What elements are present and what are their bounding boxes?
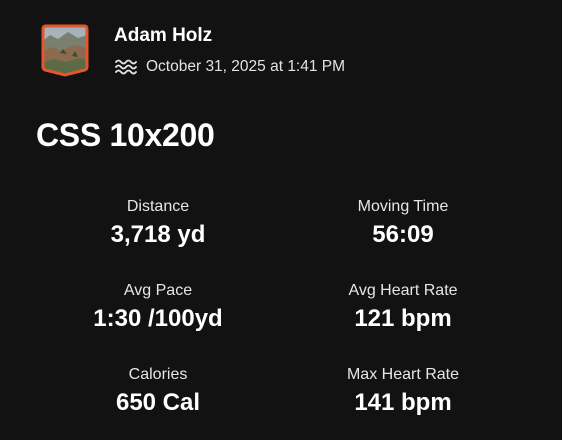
activity-meta: October 31, 2025 at 1:41 PM [114, 56, 345, 78]
swim-icon [115, 59, 137, 75]
stat-label: Max Heart Rate [346, 366, 460, 383]
stat-value: 56:09 [372, 221, 434, 248]
stat-label: Avg Heart Rate [348, 282, 458, 299]
stat-distance: Distance 3,718 yd [38, 196, 278, 250]
stat-label: Avg Pace [123, 282, 193, 299]
stat-avg-heart-rate: Avg Heart Rate 121 bpm [283, 280, 523, 334]
stat-value: 650 Cal [115, 389, 201, 416]
activity-page: { "athlete": { "name": "Adam Holz", "ava… [0, 0, 562, 440]
stat-label: Distance [126, 198, 190, 215]
stat-max-heart-rate: Max Heart Rate 141 bpm [283, 364, 523, 418]
stat-label: Calories [128, 366, 188, 383]
activity-title[interactable]: CSS 10x200 [36, 117, 215, 154]
avatar[interactable] [40, 23, 90, 77]
stat-value: 3,718 yd [110, 221, 206, 248]
stat-label: Moving Time [357, 198, 449, 215]
athlete-name[interactable]: Adam Holz [114, 25, 212, 47]
stat-avg-pace: Avg Pace 1:30 /100yd [38, 280, 278, 334]
activity-header: Adam Holz October 31, 2025 at 1:41 PM [40, 23, 520, 83]
stat-value: 1:30 /100yd [93, 305, 223, 332]
activity-datetime: October 31, 2025 at 1:41 PM [146, 58, 346, 75]
stat-value: 141 bpm [354, 389, 452, 416]
stat-value: 121 bpm [354, 305, 452, 332]
stat-calories: Calories 650 Cal [38, 364, 278, 418]
stat-moving-time: Moving Time 56:09 [283, 196, 523, 250]
